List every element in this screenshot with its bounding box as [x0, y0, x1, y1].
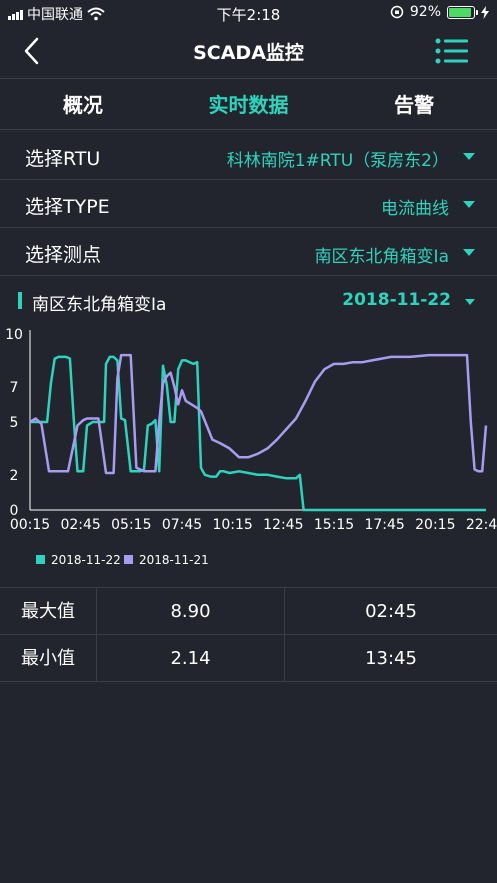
- nav-bar: SCADA监控: [0, 26, 497, 76]
- min-label: 最小值: [0, 635, 97, 681]
- x-tick-label: 15:15: [314, 517, 354, 533]
- table-row: 最小值 2.14 13:45: [0, 635, 497, 682]
- point-selector-value[interactable]: 南区东北角箱变Ia: [315, 242, 449, 267]
- type-selector[interactable]: 选择TYPE 电流曲线: [0, 180, 497, 228]
- tab-realtime-data[interactable]: 实时数据: [166, 79, 332, 129]
- x-tick-label: 17:45: [364, 517, 404, 533]
- chevron-down-icon[interactable]: [463, 201, 475, 208]
- type-selector-label: 选择TYPE: [25, 196, 110, 218]
- legend-swatch-2: [124, 555, 133, 564]
- max-value: 8.90: [97, 588, 285, 634]
- point-selector[interactable]: 选择测点 南区东北角箱变Ia: [0, 228, 497, 276]
- max-time: 02:45: [365, 601, 417, 622]
- legend-swatch-1: [36, 555, 45, 564]
- battery-icon: [447, 5, 478, 19]
- status-bar: 中国联通 下午2:18 92%: [0, 0, 497, 26]
- x-tick-label: 02:45: [60, 517, 100, 533]
- chevron-down-icon[interactable]: [463, 153, 475, 160]
- y-tick-label: 5: [10, 415, 19, 431]
- list-menu-icon[interactable]: [435, 36, 469, 66]
- min-value: 2.14: [97, 635, 285, 681]
- page-title: SCADA监控: [193, 42, 304, 64]
- point-selector-label: 选择测点: [25, 244, 102, 266]
- chart-title: 南区东北角箱变Ia: [32, 295, 167, 315]
- x-tick-label: 00:15: [10, 517, 50, 533]
- tab-bar: 概况 实时数据 告警: [0, 78, 497, 130]
- x-tick-label: 12:45: [263, 517, 303, 533]
- max-label: 最大值: [0, 588, 97, 634]
- rtu-selector-value[interactable]: 科林南院1#RTU（泵房东2）: [227, 146, 449, 171]
- tab-alarms[interactable]: 告警: [331, 79, 497, 129]
- series-line-1: [30, 355, 486, 512]
- chart-title-marker: [18, 292, 22, 309]
- rtu-selector[interactable]: 选择RTU 科林南院1#RTU（泵房东2）: [0, 132, 497, 180]
- tab-overview[interactable]: 概况: [0, 79, 166, 129]
- date-picker[interactable]: 2018-11-22: [342, 290, 451, 310]
- chart-header: 南区东北角箱变Ia 2018-11-22: [0, 276, 497, 324]
- legend-label-2: 2018-11-21: [139, 553, 209, 567]
- legend-label-1: 2018-11-22: [51, 553, 121, 567]
- charging-icon: [481, 5, 489, 19]
- y-tick-label: 7: [10, 380, 19, 396]
- stats-table: 最大值 8.90 02:45 最小值 2.14 13:45: [0, 587, 497, 682]
- rotation-lock-icon: [390, 5, 404, 19]
- x-tick-label: 20:15: [415, 517, 455, 533]
- x-tick-label: 05:15: [111, 517, 151, 533]
- current-line-chart: 02571000:15 02:45 05:15 07:45 10:15 12:45 15:1…: [5, 327, 497, 567]
- chevron-down-icon[interactable]: [463, 249, 475, 256]
- y-tick-label: 2: [10, 468, 19, 484]
- table-row: 最大值 8.90 02:45: [0, 588, 497, 635]
- battery-percent: 92%: [409, 4, 441, 20]
- chevron-down-icon[interactable]: [465, 299, 475, 305]
- x-tick-label: 07:45: [162, 517, 202, 533]
- min-time: 13:45: [365, 648, 417, 669]
- type-selector-value[interactable]: 电流曲线: [381, 194, 449, 219]
- series-line-2: [29, 353, 488, 475]
- rtu-selector-label: 选择RTU: [25, 148, 101, 170]
- status-right: 92%: [390, 4, 489, 20]
- x-tick-label: 10:15: [212, 517, 252, 533]
- x-tick-label: 22:45: [466, 517, 497, 533]
- y-tick-label: 10: [5, 327, 23, 343]
